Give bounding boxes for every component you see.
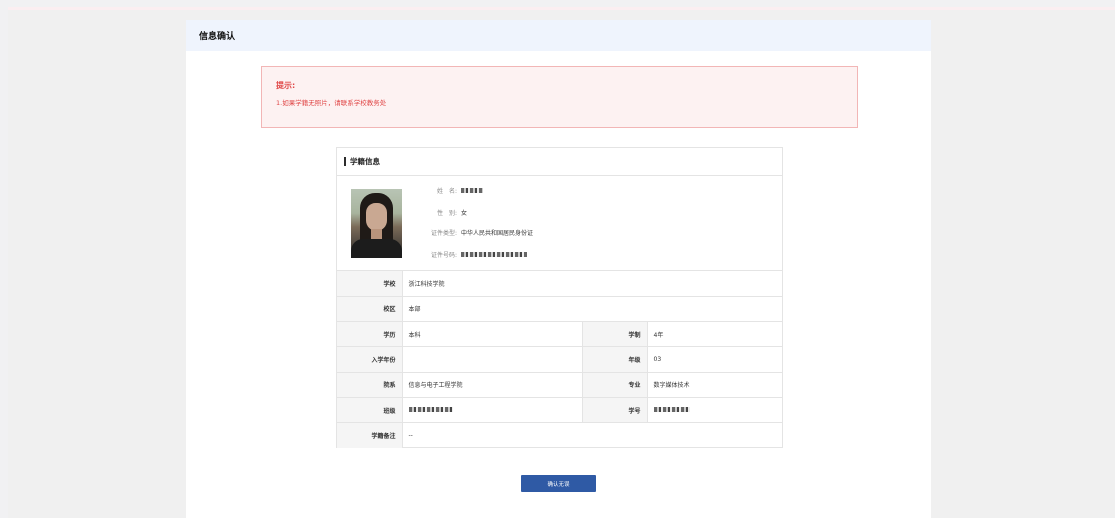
enroll-year-label: 入学年份 bbox=[337, 346, 403, 373]
school-label: 学校 bbox=[337, 271, 403, 297]
id-number-field: 证件号码: bbox=[425, 250, 527, 259]
name-field: 姓 名: bbox=[425, 186, 483, 195]
student-info-table: 学校 浙江科技学院 校区 本部 学历 本科 学制 4年 入学年份 年级 03 院… bbox=[337, 271, 782, 449]
id-type-field: 证件类型: 中华人民共和国居民身份证 bbox=[425, 228, 533, 237]
notice-text: 1.如果学籍无照片，请联系学校教务处 bbox=[276, 99, 387, 107]
id-type-value: 中华人民共和国居民身份证 bbox=[461, 230, 534, 237]
major-value: 数字媒体技术 bbox=[647, 372, 782, 398]
table-row: 学校 浙江科技学院 bbox=[337, 271, 782, 297]
school-value: 浙江科技学院 bbox=[402, 271, 782, 297]
department-label: 院系 bbox=[337, 372, 403, 398]
top-accent-line bbox=[8, 7, 1115, 10]
class-label: 班级 bbox=[337, 397, 403, 424]
remark-value: -- bbox=[408, 432, 413, 440]
title-bar-icon bbox=[344, 157, 346, 166]
gender-label: 性 别: bbox=[436, 210, 457, 217]
enroll-year-value bbox=[402, 346, 583, 373]
table-row: 班级 学号 bbox=[337, 397, 782, 424]
major-label: 专业 bbox=[582, 372, 648, 398]
grade-label: 年级 bbox=[582, 346, 648, 373]
table-row: 入学年份 年级 03 bbox=[337, 346, 782, 373]
notice-box: 提示: 1.如果学籍无照片，请联系学校教务处 bbox=[261, 66, 858, 128]
confirm-button[interactable]: 确认无误 bbox=[521, 475, 596, 492]
department-value: 信息与电子工程学院 bbox=[402, 372, 583, 398]
gender-field: 性 别: 女 bbox=[425, 208, 467, 217]
id-number-value-masked bbox=[461, 252, 527, 257]
profile-section: 姓 名: 性 别: 女 证件类型: 中华人民共和国居民身份证 证件号码: bbox=[337, 176, 782, 271]
main-card: 信息确认 提示: 1.如果学籍无照片，请联系学校教务处 学籍信息 姓 名: 性 … bbox=[186, 20, 931, 518]
duration-value: 4年 bbox=[647, 321, 782, 348]
table-row: 校区 本部 bbox=[337, 296, 782, 323]
notice-title: 提示: bbox=[276, 81, 296, 90]
class-value-masked bbox=[408, 406, 453, 412]
campus-value: 本部 bbox=[402, 296, 782, 323]
remark-label: 学籍备注 bbox=[337, 422, 403, 449]
campus-label: 校区 bbox=[337, 296, 403, 323]
table-row: 学历 本科 学制 4年 bbox=[337, 321, 782, 348]
id-number-label: 证件号码: bbox=[430, 252, 457, 259]
id-type-label: 证件类型: bbox=[430, 230, 457, 237]
page-title: 信息确认 bbox=[186, 20, 931, 51]
degree-label: 学历 bbox=[337, 321, 403, 348]
student-info-panel: 学籍信息 姓 名: 性 别: 女 证件类型: 中华人民共和国居民身份证 证件号码… bbox=[336, 147, 783, 449]
grade-value: 03 bbox=[647, 346, 782, 373]
degree-value: 本科 bbox=[402, 321, 583, 348]
panel-header: 学籍信息 bbox=[337, 148, 782, 176]
student-id-value-masked bbox=[653, 406, 690, 412]
name-value-masked bbox=[461, 188, 483, 193]
panel-title: 学籍信息 bbox=[350, 157, 380, 166]
student-id-label: 学号 bbox=[582, 397, 648, 424]
duration-label: 学制 bbox=[582, 321, 648, 348]
student-id-value-cell bbox=[647, 397, 782, 424]
table-row: 学籍备注 -- bbox=[337, 422, 782, 449]
gender-value: 女 bbox=[461, 210, 468, 217]
table-row: 院系 信息与电子工程学院 专业 数字媒体技术 bbox=[337, 372, 782, 398]
student-photo bbox=[351, 189, 402, 258]
class-value-cell bbox=[402, 397, 583, 424]
name-label: 姓 名: bbox=[436, 188, 457, 195]
